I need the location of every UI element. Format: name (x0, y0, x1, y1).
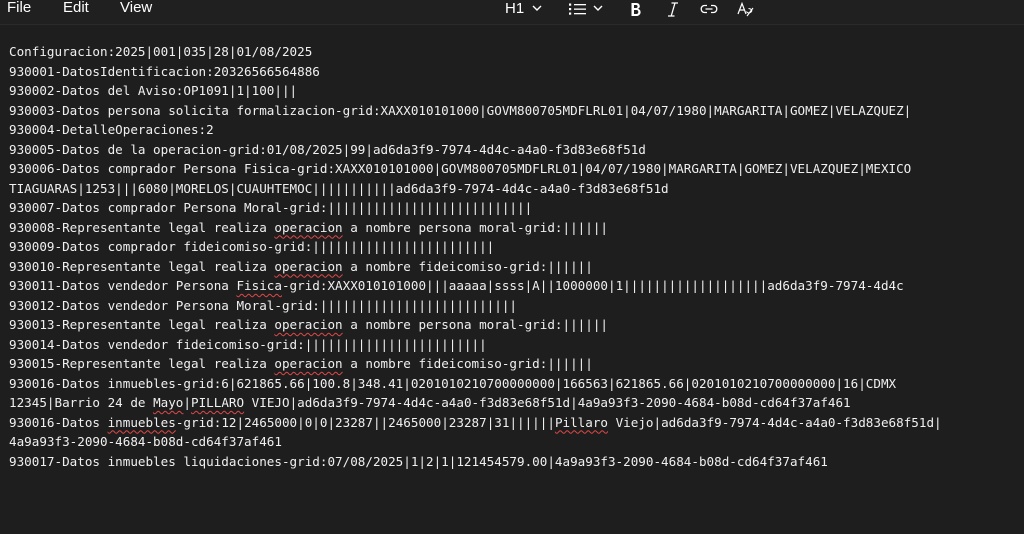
misspelled-word: operacion (274, 258, 343, 274)
text-segment: 930016-Datos inmuebles-grid:6|621865.66|… (9, 375, 897, 391)
text-line[interactable]: Configuracion:2025|001|035|28|01/08/2025 (9, 42, 1024, 62)
text-segment: 930005-Datos de la operacion-grid:01/08/… (9, 141, 646, 157)
text-line[interactable]: 930013-Representante legal realiza opera… (9, 315, 1024, 335)
misspelled-word: PILLARO (191, 395, 245, 410)
text-segment: TIAGUARAS|1253|||6080|MORELOS|CUAUHTEMOC… (9, 180, 669, 196)
text-segment: Viejo|ad6da3f9-7974-4d4c-a4a0-f3d83e68f5… (608, 414, 942, 430)
text-line[interactable]: 930014-Datos vendedor fideicomiso-grid:|… (9, 335, 1024, 355)
menu-edit[interactable]: Edit (63, 0, 89, 18)
text-line[interactable]: 930006-Datos comprador Persona Fisica-gr… (9, 159, 1024, 179)
text-line[interactable]: 930001-DatosIdentificacion:2032656656488… (9, 62, 1024, 82)
clear-formatting-button[interactable] (737, 0, 755, 18)
misspelled-word: Pillaro (554, 414, 609, 430)
heading-dropdown[interactable]: H1 (505, 0, 542, 18)
link-icon (700, 3, 718, 15)
chevron-down-icon (593, 5, 603, 12)
text-segment: 12345|Barrio 24 de (9, 395, 154, 410)
text-line[interactable]: 930004-DetalleOperaciones:2 (9, 120, 1024, 140)
text-line[interactable]: 12345|Barrio 24 de Mayo|PILLARO VIEJO|ad… (9, 393, 1024, 413)
clear-formatting-icon (737, 1, 755, 17)
text-segment: 930017-Datos inmuebles liquidaciones-gri… (9, 453, 828, 469)
text-line[interactable]: 930011-Datos vendedor Persona Fisica-gri… (9, 276, 1024, 296)
text-segment: -grid:XAXX010101000|||aaaaa|ssss|A||1000… (281, 278, 904, 293)
list-icon (569, 2, 587, 16)
misspelled-word: operacion (274, 356, 343, 371)
text-segment: 930004-DetalleOperaciones:2 (9, 122, 214, 137)
text-segment: 930008-Representante legal realiza (9, 219, 275, 235)
document-text[interactable]: Configuracion:2025|001|035|28|01/08/2025… (9, 42, 1024, 471)
text-segment: Configuracion:2025|001|035|28|01/08/2025 (9, 44, 313, 59)
bold-icon (630, 2, 642, 17)
misspelled-word: Mayo (153, 395, 184, 410)
text-line[interactable]: 930012-Datos vendedor Persona Moral-grid… (9, 296, 1024, 316)
list-dropdown[interactable] (569, 0, 603, 18)
text-line[interactable]: 4a9a93f3-2090-4684-b08d-cd64f37af461 (9, 432, 1024, 452)
text-segment: 930015-Representante legal realiza (9, 356, 275, 371)
text-line[interactable]: 930008-Representante legal realiza opera… (9, 218, 1024, 238)
text-segment: 930013-Representante legal realiza (9, 317, 275, 332)
text-line[interactable]: 930002-Datos del Aviso:OP1091|1|100||| (9, 81, 1024, 101)
text-line[interactable]: 930016-Datos inmuebles-grid:12|2465000|0… (9, 413, 1024, 433)
menu-file[interactable]: File (7, 0, 31, 18)
text-segment: a nombre fideicomiso-grid:|||||| (342, 258, 593, 274)
text-line[interactable]: 930016-Datos inmuebles-grid:6|621865.66|… (9, 374, 1024, 394)
text-line[interactable]: 930015-Representante legal realiza opera… (9, 354, 1024, 374)
menu-view[interactable]: View (120, 0, 152, 18)
text-segment: 930007-Datos comprador Persona Moral-gri… (9, 200, 533, 215)
heading-label: H1 (505, 0, 525, 17)
menu-bar: File Edit View H1 (0, 0, 1024, 25)
text-segment: VIEJO|ad6da3f9-7974-4d4c-a4a0-f3d83e68f5… (244, 395, 851, 410)
text-segment: a nombre fideicomiso-grid:|||||| (342, 356, 593, 371)
text-segment: 930011-Datos vendedor Persona (9, 278, 237, 293)
text-segment: 930009-Datos comprador fideicomiso-grid:… (9, 239, 495, 254)
text-segment: 930010-Representante legal realiza (9, 258, 275, 274)
text-segment: 930002-Datos del Aviso:OP1091|1|100||| (9, 83, 298, 98)
text-segment: a nombre persona moral-grid:|||||| (342, 219, 608, 235)
text-line[interactable]: 930017-Datos inmuebles liquidaciones-gri… (9, 452, 1024, 472)
misspelled-word: inmuebles (107, 414, 176, 430)
misspelled-word: Fisica (236, 278, 282, 293)
text-segment: | (183, 395, 191, 410)
link-button[interactable] (700, 0, 718, 18)
editor-area[interactable]: Configuracion:2025|001|035|28|01/08/2025… (0, 25, 1024, 534)
italic-icon (667, 1, 679, 17)
text-line[interactable]: 930003-Datos persona solicita formalizac… (9, 101, 1024, 121)
text-segment: 930003-Datos persona solicita formalizac… (9, 102, 912, 118)
text-segment: a nombre persona moral-grid:|||||| (342, 317, 608, 332)
italic-button[interactable] (667, 0, 679, 18)
bold-button[interactable] (630, 0, 642, 18)
misspelled-word: operacion (274, 317, 343, 332)
text-segment: 930006-Datos comprador Persona Fisica-gr… (9, 161, 912, 176)
chevron-down-icon (532, 5, 542, 12)
text-segment: 930014-Datos vendedor fideicomiso-grid:|… (9, 336, 487, 352)
text-line[interactable]: 930009-Datos comprador fideicomiso-grid:… (9, 237, 1024, 257)
misspelled-word: operacion (274, 219, 343, 235)
text-line[interactable]: 930007-Datos comprador Persona Moral-gri… (9, 198, 1024, 218)
text-segment: -grid:12|2465000|0|0|23287||2465000|2328… (175, 414, 555, 430)
text-segment: 930001-DatosIdentificacion:2032656656488… (9, 63, 320, 79)
text-line[interactable]: 930010-Representante legal realiza opera… (9, 257, 1024, 277)
text-segment: 930012-Datos vendedor Persona Moral-grid… (9, 297, 517, 313)
text-segment: 930016-Datos (9, 414, 108, 430)
text-segment: 4a9a93f3-2090-4684-b08d-cd64f37af461 (9, 434, 282, 449)
text-line[interactable]: 930005-Datos de la operacion-grid:01/08/… (9, 140, 1024, 160)
text-line[interactable]: TIAGUARAS|1253|||6080|MORELOS|CUAUHTEMOC… (9, 179, 1024, 199)
